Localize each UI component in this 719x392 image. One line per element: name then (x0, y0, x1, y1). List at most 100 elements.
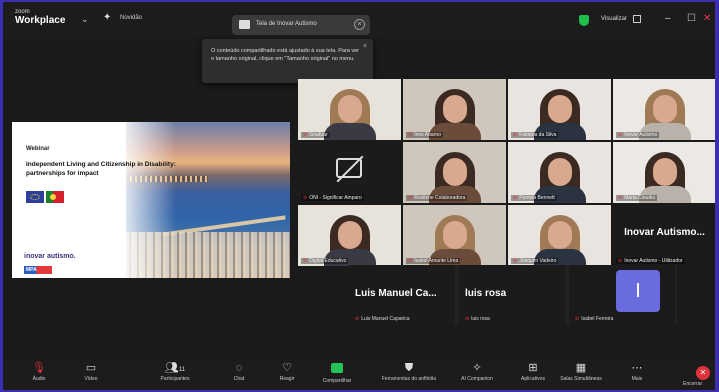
toast-close-button[interactable]: × (363, 43, 367, 50)
share-button[interactable]: Compartilhar (307, 360, 367, 384)
gallery-grid: ⊘ Graduar ⊘ Ines Abarno ⊘ Fabiana da Silva ⊘ In… (298, 79, 715, 266)
gallery-strip: Luis Manuel Ca... ⊘ Luis Manuel Caparica lu… (349, 265, 677, 325)
participant-name-label: ⊘ Isabel Amante Lima (406, 258, 461, 264)
more-button[interactable]: ⋯ Mais (607, 360, 667, 382)
portugal-flag-icon (46, 191, 64, 203)
mic-muted-icon: ⊘ (513, 258, 518, 264)
participant-name: Joaquim Vadeiro (519, 258, 557, 264)
view-grid-icon[interactable] (633, 15, 641, 23)
participant-name: Luis Manuel Caparica (361, 316, 410, 322)
mic-muted-icon: ⊘ (355, 316, 360, 322)
maximize-button[interactable]: ☐ (687, 13, 696, 24)
person-face (548, 221, 572, 249)
stop-share-icon[interactable]: × (354, 19, 365, 30)
participant-name: Ines Abarno (414, 132, 441, 138)
breakout-label: Salas Simultâneas (560, 376, 602, 382)
person-face (338, 221, 362, 249)
participants-count: 11 (178, 367, 186, 373)
zoom-window: zoom Workplace ⌄ ✦ Novidão Tela de Inova… (3, 2, 715, 390)
pin-icon[interactable]: ✦ (103, 12, 111, 23)
more-label: Mais (631, 376, 643, 382)
participant-tile[interactable]: ⊘ Rosilene Colaboradora (403, 142, 506, 203)
participant-tile[interactable]: ⊘ ONI - Significar Amparo (298, 142, 401, 203)
screen-share-indicator[interactable]: Tela de Inovar Autismo × (232, 15, 370, 35)
participant-name-label: ⊘ Digital Educativo (301, 258, 349, 264)
participant-name: Digital Educativo (309, 258, 347, 264)
slide-fade (116, 122, 176, 278)
participant-name-label: ⊘ Isabel Ferreira (575, 316, 613, 322)
participant-name: Rosilene Colaboradora (414, 195, 466, 201)
participant-tile[interactable]: ⊘ Pamela Bennett (508, 142, 611, 203)
participant-tile[interactable]: ⊘ Inovar Autismo (613, 79, 715, 140)
ai-companion-button[interactable]: ✧ AI Companion (447, 360, 507, 382)
chevron-down-icon[interactable]: ⌄ (81, 14, 89, 25)
sparkle-icon: ✧ (472, 362, 482, 374)
video-button[interactable]: ▭ Vídeo (61, 360, 121, 382)
info-toast: O conteúdo compartilhado está ajustado à… (202, 39, 373, 83)
participant-tile[interactable]: ⊘ Graduar (298, 79, 401, 140)
toast-message: O conteúdo compartilhado está ajustado à… (211, 48, 359, 62)
person-face (653, 158, 677, 186)
participant-tile[interactable]: luis rosa ⊘ luis rosa (459, 265, 565, 325)
mic-muted-icon: ⊘ (303, 195, 308, 201)
participant-display-name: Luis Manuel Ca... (355, 288, 437, 299)
participant-name-label: ⊘ Luis Manuel Caparica (355, 316, 410, 322)
end-meeting-button[interactable]: ✕ (696, 366, 710, 380)
participant-name: Maria Claudia (624, 195, 656, 201)
participant-name: Isabel Ferreira (581, 316, 614, 322)
participant-tile[interactable]: ⊘ Joaquim Vadeiro (508, 205, 611, 266)
participant-name-label: ⊘ Joaquim Vadeiro (511, 258, 559, 264)
participants-icon: 👥︎11 (164, 362, 186, 374)
participant-tile[interactable]: ⊘ Isabel Amante Lima (403, 205, 506, 266)
audio-button[interactable]: 🎙︎ Áudio (9, 360, 69, 382)
participant-name: Fabiana da Silva (519, 132, 557, 138)
avatar: I (616, 270, 660, 312)
mic-muted-icon: ⊘ (618, 195, 623, 201)
shield-icon[interactable] (579, 15, 589, 26)
person-face (653, 95, 677, 123)
host-shield-icon: ⛊ (404, 362, 414, 374)
person-face (443, 95, 467, 123)
participants-button[interactable]: 👥︎11 Participantes (145, 360, 205, 382)
mic-muted-icon: ⊘ (408, 132, 413, 138)
person-body (324, 123, 376, 140)
participant-tile[interactable]: I ⊘ Isabel Ferreira (569, 265, 675, 325)
brand-name: Workplace (15, 15, 66, 26)
participant-name: Pamela Bennett (519, 195, 555, 201)
more-icon: ⋯ (631, 362, 643, 374)
person-face (338, 95, 362, 123)
inovar-logo: inovar autismo. (24, 253, 76, 260)
participant-tile[interactable]: Inovar Autismo... ⊘ Inovar Autismo - Utili… (613, 205, 715, 266)
minimize-button[interactable]: – (665, 13, 671, 24)
video-label: Vídeo (84, 376, 98, 382)
participant-tile[interactable]: ⊘ Maria Claudia (613, 142, 715, 203)
mic-muted-icon: ⊘ (618, 132, 623, 138)
participant-tile[interactable]: Luis Manuel Ca... ⊘ Luis Manuel Caparica (349, 265, 455, 325)
title-bar: zoom Workplace ⌄ ✦ Novidão Tela de Inova… (3, 2, 715, 38)
participant-name-label: ⊘ Maria Claudia (616, 195, 658, 201)
view-button[interactable]: Visualizar (601, 16, 627, 22)
breakout-icon: ▦ (575, 362, 587, 374)
breakout-rooms-button[interactable]: ▦ Salas Simultâneas (551, 360, 611, 382)
person-face (443, 158, 467, 186)
audio-label: Áudio (32, 376, 46, 382)
mic-muted-icon: ⊘ (408, 195, 413, 201)
camera-off-icon (336, 158, 362, 178)
partner-logo-text: MPA (26, 267, 37, 273)
host-tools-button[interactable]: ⛊ Ferramentas do anfitrião (379, 360, 439, 382)
meeting-toolbar: 🎙︎ Áudio ▭ Vídeo 👥︎11 Participantes ◌ Ch… (3, 358, 715, 390)
eu-flag-icon (26, 191, 44, 203)
mic-muted-icon: 🎙︎ (32, 362, 46, 374)
participant-tile[interactable]: ⊘ Fabiana da Silva (508, 79, 611, 140)
participant-name: Graduar (309, 132, 328, 138)
participant-tile[interactable]: ⊘ Ines Abarno (403, 79, 506, 140)
mic-muted-icon: ⊘ (465, 316, 470, 322)
news-label[interactable]: Novidão (120, 15, 142, 21)
share-label: Tela de Inovar Autismo (256, 21, 317, 27)
participant-tile[interactable]: ⊘ Digital Educativo (298, 205, 401, 266)
close-button[interactable]: ✕ (703, 13, 711, 24)
slide-webinar-label: Webinar (26, 146, 50, 152)
mic-muted-icon: ⊘ (513, 132, 518, 138)
participant-name: ONI - Significar Amparo (309, 195, 362, 201)
participant-name-label: ⊘ Inovar Autismo - Utilizador (616, 258, 685, 264)
